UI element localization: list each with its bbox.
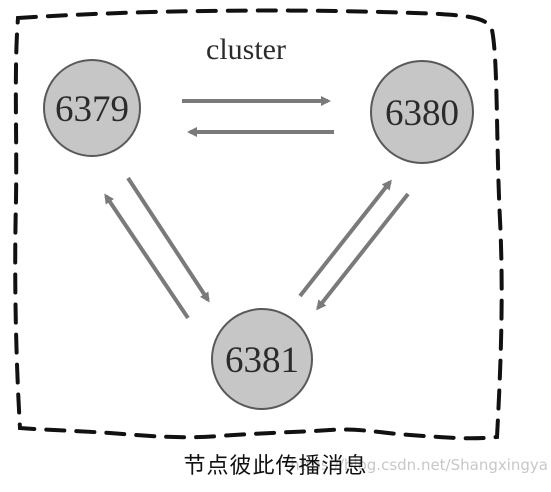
- node-label-6380: 6380: [385, 93, 459, 134]
- node-6381: 6381: [211, 308, 313, 410]
- node-label-6379: 6379: [55, 89, 129, 130]
- diagram-caption: 节点彼此传播消息: [183, 454, 368, 479]
- arrow-6381-to-6379: [104, 193, 190, 320]
- arrow-6379-to-6381: [126, 176, 210, 303]
- node-label-6381: 6381: [225, 340, 299, 381]
- cluster-label: cluster: [206, 33, 286, 66]
- cluster-diagram: cluster 6379 6380 6381 https://blog.csdn…: [13, 8, 548, 474]
- node-6380: 6380: [370, 60, 474, 164]
- arrow-6381-to-6380: [298, 179, 392, 298]
- arrow-6380-to-6381: [316, 192, 410, 311]
- node-6379: 6379: [43, 59, 141, 157]
